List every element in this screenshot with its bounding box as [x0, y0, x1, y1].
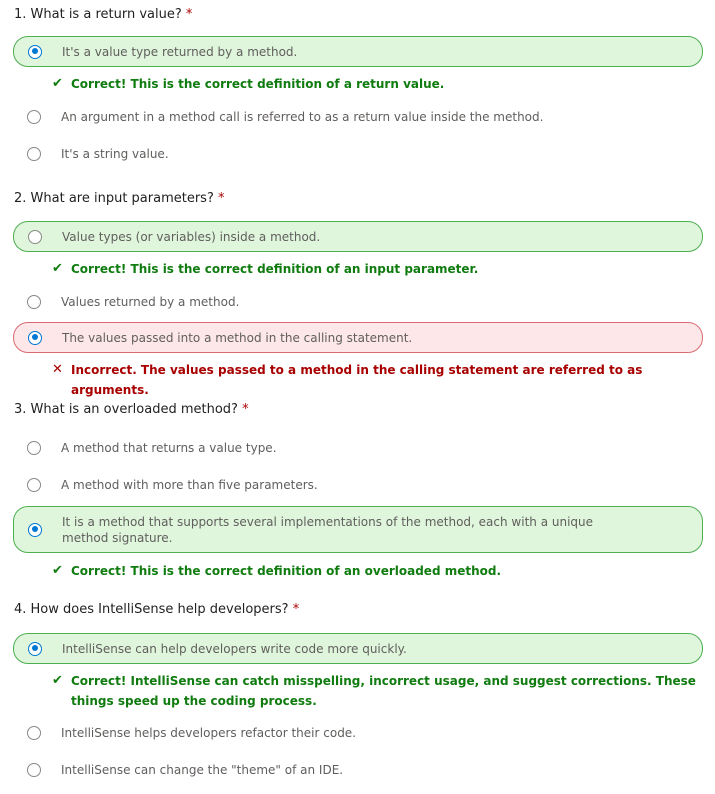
option-label: It's a string value. — [61, 146, 169, 161]
radio-button[interactable] — [27, 440, 41, 455]
answer-option[interactable]: The values passed into a method in the c… — [13, 322, 703, 353]
radio-button-selected[interactable] — [28, 641, 42, 656]
answer-option[interactable]: IntelliSense helps developers refactor t… — [13, 717, 703, 748]
answer-option[interactable]: An argument in a method call is referred… — [13, 101, 703, 132]
radio-button-selected[interactable] — [28, 44, 42, 59]
radio-button[interactable] — [27, 294, 41, 309]
answer-option[interactable]: Value types (or variables) inside a meth… — [13, 221, 703, 252]
question-3-title: 3. What is an overloaded method? * — [14, 402, 249, 417]
required-marker: * — [185, 7, 193, 22]
answer-option[interactable]: IntelliSense can help developers write c… — [13, 633, 703, 664]
question-title-text: 3. What is an overloaded method? — [14, 402, 238, 417]
check-icon: ✔ — [52, 563, 63, 578]
radio-button[interactable] — [27, 146, 41, 161]
feedback-text: Correct! This is the correct definition … — [71, 564, 502, 578]
answer-option[interactable]: A method with more than five parameters. — [13, 469, 703, 500]
radio-button[interactable] — [27, 725, 41, 740]
option-label: IntelliSense can change the "theme" of a… — [61, 762, 344, 777]
answer-option[interactable]: A method that returns a value type. — [13, 432, 703, 463]
required-marker: * — [218, 191, 225, 206]
answer-option[interactable]: It's a value type returned by a method. — [13, 36, 703, 67]
required-marker: * — [242, 402, 249, 417]
question-2-title: 2. What are input parameters? * — [14, 191, 225, 206]
required-marker: * — [292, 602, 300, 617]
option-label: Value types (or variables) inside a meth… — [62, 229, 321, 244]
answer-option[interactable]: Values returned by a method. — [13, 286, 703, 317]
radio-button[interactable] — [27, 477, 41, 492]
radio-button[interactable] — [27, 109, 41, 124]
question-1-title: 1. What is a return value? * — [14, 7, 192, 22]
radio-button[interactable] — [28, 229, 42, 244]
question-4-title: 4. How does IntelliSense help developers… — [14, 602, 299, 617]
check-icon: ✔ — [52, 673, 63, 688]
check-icon: ✔ — [52, 76, 63, 91]
check-icon: ✔ — [52, 261, 63, 276]
option-label: A method with more than five parameters. — [61, 477, 318, 492]
feedback-correct: ✔ Correct! IntelliSense can catch misspe… — [52, 671, 704, 711]
question-title-text: 4. How does IntelliSense help developers… — [14, 602, 289, 617]
question-title-text: 1. What is a return value? — [14, 7, 182, 22]
radio-button-selected[interactable] — [28, 522, 42, 537]
radio-button-selected[interactable] — [28, 330, 42, 345]
option-label: A method that returns a value type. — [61, 440, 277, 455]
answer-option[interactable]: It is a method that supports several imp… — [13, 506, 703, 553]
option-label: An argument in a method call is referred… — [61, 109, 544, 124]
feedback-correct: ✔ Correct! This is the correct definitio… — [52, 74, 704, 94]
feedback-text: Correct! This is the correct definition … — [71, 77, 445, 91]
option-label: Values returned by a method. — [61, 294, 240, 309]
feedback-correct: ✔ Correct! This is the correct definitio… — [52, 259, 704, 279]
feedback-correct: ✔ Correct! This is the correct definitio… — [52, 561, 704, 581]
feedback-text: Incorrect. The values passed to a method… — [71, 363, 643, 397]
option-label: It's a value type returned by a method. — [62, 44, 298, 59]
question-title-text: 2. What are input parameters? — [14, 191, 214, 206]
answer-option[interactable]: It's a string value. — [13, 138, 703, 169]
option-label: The values passed into a method in the c… — [62, 330, 413, 345]
option-label: IntelliSense can help developers write c… — [62, 641, 407, 656]
answer-option[interactable]: IntelliSense can change the "theme" of a… — [13, 754, 703, 785]
feedback-text: Correct! This is the correct definition … — [71, 262, 479, 276]
option-label: IntelliSense helps developers refactor t… — [61, 725, 357, 740]
radio-button[interactable] — [27, 762, 41, 777]
feedback-text: Correct! IntelliSense can catch misspell… — [71, 674, 696, 708]
x-icon: ✕ — [52, 362, 63, 377]
option-label: It is a method that supports several imp… — [62, 514, 594, 545]
feedback-incorrect: ✕ Incorrect. The values passed to a meth… — [52, 360, 704, 400]
